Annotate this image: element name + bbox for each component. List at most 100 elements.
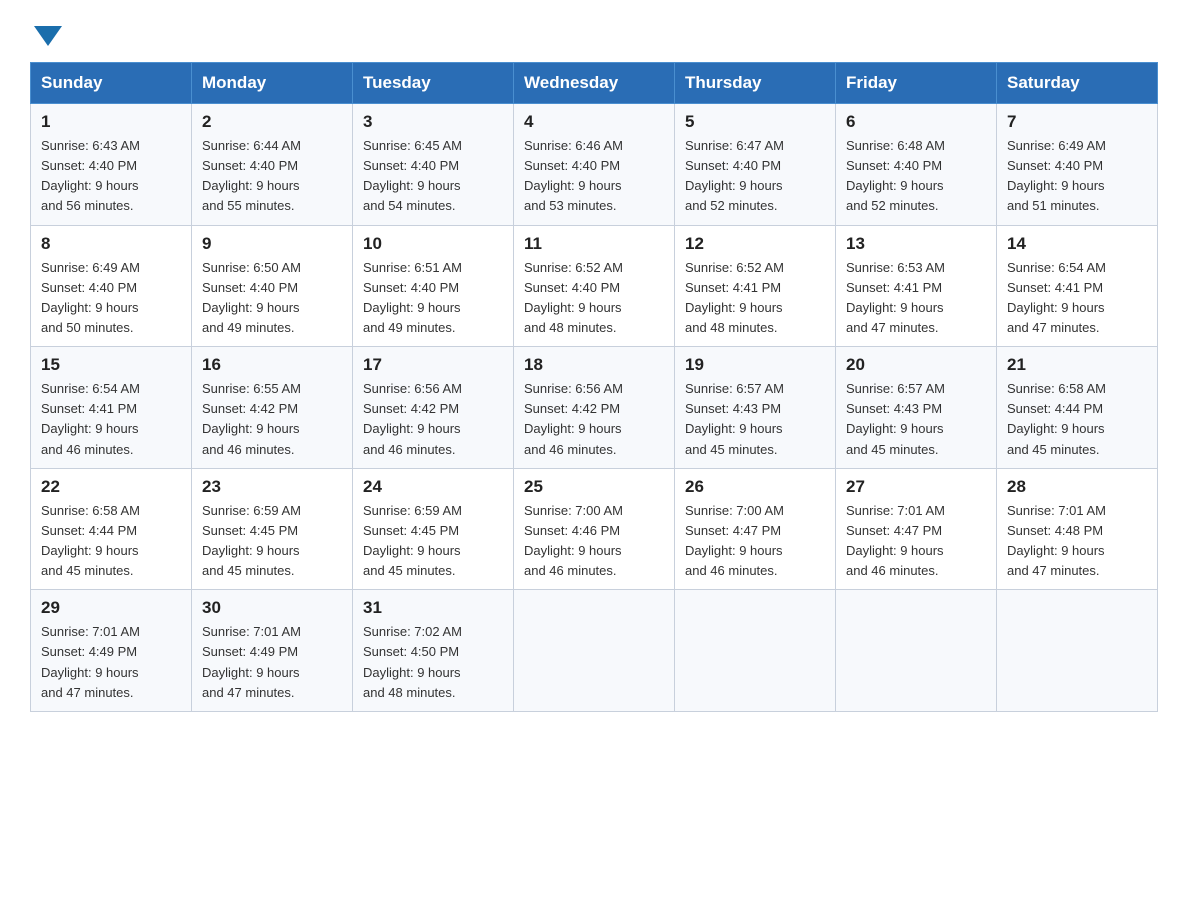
day-info: Sunrise: 7:01 AMSunset: 4:48 PMDaylight:… bbox=[1007, 501, 1147, 582]
day-info: Sunrise: 6:48 AMSunset: 4:40 PMDaylight:… bbox=[846, 136, 986, 217]
calendar-cell: 3 Sunrise: 6:45 AMSunset: 4:40 PMDaylight… bbox=[353, 104, 514, 226]
calendar-cell: 11 Sunrise: 6:52 AMSunset: 4:40 PMDayligh… bbox=[514, 225, 675, 347]
day-info: Sunrise: 6:57 AMSunset: 4:43 PMDaylight:… bbox=[685, 379, 825, 460]
day-number: 31 bbox=[363, 598, 503, 618]
calendar-cell: 8Sunrise: 6:49 AMSunset: 4:40 PMDaylight… bbox=[31, 225, 192, 347]
day-of-week-header: Tuesday bbox=[353, 63, 514, 104]
calendar-header: SundayMondayTuesdayWednesdayThursdayFrid… bbox=[31, 63, 1158, 104]
day-number: 28 bbox=[1007, 477, 1147, 497]
day-number: 21 bbox=[1007, 355, 1147, 375]
day-info: Sunrise: 6:59 AMSunset: 4:45 PMDaylight:… bbox=[202, 501, 342, 582]
day-info: Sunrise: 6:52 AMSunset: 4:41 PMDaylight:… bbox=[685, 258, 825, 339]
day-number: 7 bbox=[1007, 112, 1147, 132]
day-of-week-header: Friday bbox=[836, 63, 997, 104]
calendar-week-row: 8Sunrise: 6:49 AMSunset: 4:40 PMDaylight… bbox=[31, 225, 1158, 347]
calendar-week-row: 29Sunrise: 7:01 AMSunset: 4:49 PMDayligh… bbox=[31, 590, 1158, 712]
calendar-cell bbox=[836, 590, 997, 712]
calendar-cell: 20Sunrise: 6:57 AMSunset: 4:43 PMDayligh… bbox=[836, 347, 997, 469]
day-of-week-header: Monday bbox=[192, 63, 353, 104]
calendar-cell: 24 Sunrise: 6:59 AMSunset: 4:45 PMDayligh… bbox=[353, 468, 514, 590]
day-of-week-header: Sunday bbox=[31, 63, 192, 104]
calendar-cell: 15 Sunrise: 6:54 AMSunset: 4:41 PMDayligh… bbox=[31, 347, 192, 469]
day-info: Sunrise: 6:50 AMSunset: 4:40 PMDaylight:… bbox=[202, 258, 342, 339]
day-number: 26 bbox=[685, 477, 825, 497]
calendar-cell: 18 Sunrise: 6:56 AMSunset: 4:42 PMDayligh… bbox=[514, 347, 675, 469]
calendar-cell: 12 Sunrise: 6:52 AMSunset: 4:41 PMDayligh… bbox=[675, 225, 836, 347]
day-number: 5 bbox=[685, 112, 825, 132]
calendar-cell: 5 Sunrise: 6:47 AMSunset: 4:40 PMDaylight… bbox=[675, 104, 836, 226]
calendar-cell: 10 Sunrise: 6:51 AMSunset: 4:40 PMDayligh… bbox=[353, 225, 514, 347]
day-info: Sunrise: 6:52 AMSunset: 4:40 PMDaylight:… bbox=[524, 258, 664, 339]
day-info: Sunrise: 6:58 AMSunset: 4:44 PMDaylight:… bbox=[41, 501, 181, 582]
day-number: 13 bbox=[846, 234, 986, 254]
calendar-week-row: 22 Sunrise: 6:58 AMSunset: 4:44 PMDayligh… bbox=[31, 468, 1158, 590]
day-of-week-header: Wednesday bbox=[514, 63, 675, 104]
day-number: 25 bbox=[524, 477, 664, 497]
day-number: 24 bbox=[363, 477, 503, 497]
day-number: 3 bbox=[363, 112, 503, 132]
day-number: 27 bbox=[846, 477, 986, 497]
calendar-cell: 17 Sunrise: 6:56 AMSunset: 4:42 PMDayligh… bbox=[353, 347, 514, 469]
calendar-cell: 19 Sunrise: 6:57 AMSunset: 4:43 PMDayligh… bbox=[675, 347, 836, 469]
calendar-cell: 22 Sunrise: 6:58 AMSunset: 4:44 PMDayligh… bbox=[31, 468, 192, 590]
calendar-cell: 9 Sunrise: 6:50 AMSunset: 4:40 PMDaylight… bbox=[192, 225, 353, 347]
day-info: Sunrise: 7:01 AMSunset: 4:49 PMDaylight:… bbox=[41, 622, 181, 703]
calendar-week-row: 15 Sunrise: 6:54 AMSunset: 4:41 PMDayligh… bbox=[31, 347, 1158, 469]
day-number: 2 bbox=[202, 112, 342, 132]
calendar-cell: 30Sunrise: 7:01 AMSunset: 4:49 PMDayligh… bbox=[192, 590, 353, 712]
calendar-cell: 28 Sunrise: 7:01 AMSunset: 4:48 PMDayligh… bbox=[997, 468, 1158, 590]
day-number: 17 bbox=[363, 355, 503, 375]
day-of-week-header: Saturday bbox=[997, 63, 1158, 104]
day-number: 15 bbox=[41, 355, 181, 375]
day-number: 8 bbox=[41, 234, 181, 254]
calendar-cell: 16 Sunrise: 6:55 AMSunset: 4:42 PMDayligh… bbox=[192, 347, 353, 469]
day-info: Sunrise: 6:54 AMSunset: 4:41 PMDaylight:… bbox=[41, 379, 181, 460]
day-number: 19 bbox=[685, 355, 825, 375]
day-number: 10 bbox=[363, 234, 503, 254]
day-info: Sunrise: 6:46 AMSunset: 4:40 PMDaylight:… bbox=[524, 136, 664, 217]
day-number: 23 bbox=[202, 477, 342, 497]
day-info: Sunrise: 7:02 AMSunset: 4:50 PMDaylight:… bbox=[363, 622, 503, 703]
calendar-body: 1 Sunrise: 6:43 AMSunset: 4:40 PMDaylight… bbox=[31, 104, 1158, 712]
day-info: Sunrise: 6:43 AMSunset: 4:40 PMDaylight:… bbox=[41, 136, 181, 217]
calendar-cell: 29Sunrise: 7:01 AMSunset: 4:49 PMDayligh… bbox=[31, 590, 192, 712]
calendar-cell: 7Sunrise: 6:49 AMSunset: 4:40 PMDaylight… bbox=[997, 104, 1158, 226]
day-number: 16 bbox=[202, 355, 342, 375]
calendar-cell: 23 Sunrise: 6:59 AMSunset: 4:45 PMDayligh… bbox=[192, 468, 353, 590]
calendar-cell: 2 Sunrise: 6:44 AMSunset: 4:40 PMDaylight… bbox=[192, 104, 353, 226]
calendar-table: SundayMondayTuesdayWednesdayThursdayFrid… bbox=[30, 62, 1158, 712]
day-info: Sunrise: 6:56 AMSunset: 4:42 PMDaylight:… bbox=[524, 379, 664, 460]
day-info: Sunrise: 6:57 AMSunset: 4:43 PMDaylight:… bbox=[846, 379, 986, 460]
day-info: Sunrise: 6:47 AMSunset: 4:40 PMDaylight:… bbox=[685, 136, 825, 217]
day-number: 14 bbox=[1007, 234, 1147, 254]
calendar-cell: 27Sunrise: 7:01 AMSunset: 4:47 PMDayligh… bbox=[836, 468, 997, 590]
logo-triangle-icon bbox=[34, 26, 62, 46]
page-header bbox=[30, 20, 1158, 44]
day-number: 18 bbox=[524, 355, 664, 375]
calendar-cell: 31 Sunrise: 7:02 AMSunset: 4:50 PMDayligh… bbox=[353, 590, 514, 712]
calendar-cell: 4 Sunrise: 6:46 AMSunset: 4:40 PMDaylight… bbox=[514, 104, 675, 226]
day-info: Sunrise: 7:00 AMSunset: 4:46 PMDaylight:… bbox=[524, 501, 664, 582]
day-number: 9 bbox=[202, 234, 342, 254]
day-info: Sunrise: 6:55 AMSunset: 4:42 PMDaylight:… bbox=[202, 379, 342, 460]
day-info: Sunrise: 6:54 AMSunset: 4:41 PMDaylight:… bbox=[1007, 258, 1147, 339]
calendar-cell bbox=[675, 590, 836, 712]
day-info: Sunrise: 6:56 AMSunset: 4:42 PMDaylight:… bbox=[363, 379, 503, 460]
calendar-week-row: 1 Sunrise: 6:43 AMSunset: 4:40 PMDaylight… bbox=[31, 104, 1158, 226]
calendar-cell: 25 Sunrise: 7:00 AMSunset: 4:46 PMDayligh… bbox=[514, 468, 675, 590]
day-number: 4 bbox=[524, 112, 664, 132]
day-info: Sunrise: 6:45 AMSunset: 4:40 PMDaylight:… bbox=[363, 136, 503, 217]
day-number: 11 bbox=[524, 234, 664, 254]
day-of-week-header: Thursday bbox=[675, 63, 836, 104]
calendar-cell: 14 Sunrise: 6:54 AMSunset: 4:41 PMDayligh… bbox=[997, 225, 1158, 347]
calendar-cell bbox=[514, 590, 675, 712]
day-info: Sunrise: 6:51 AMSunset: 4:40 PMDaylight:… bbox=[363, 258, 503, 339]
day-number: 1 bbox=[41, 112, 181, 132]
calendar-cell bbox=[997, 590, 1158, 712]
day-number: 12 bbox=[685, 234, 825, 254]
day-info: Sunrise: 6:53 AMSunset: 4:41 PMDaylight:… bbox=[846, 258, 986, 339]
day-info: Sunrise: 6:44 AMSunset: 4:40 PMDaylight:… bbox=[202, 136, 342, 217]
day-number: 22 bbox=[41, 477, 181, 497]
day-info: Sunrise: 6:59 AMSunset: 4:45 PMDaylight:… bbox=[363, 501, 503, 582]
logo bbox=[30, 20, 62, 44]
